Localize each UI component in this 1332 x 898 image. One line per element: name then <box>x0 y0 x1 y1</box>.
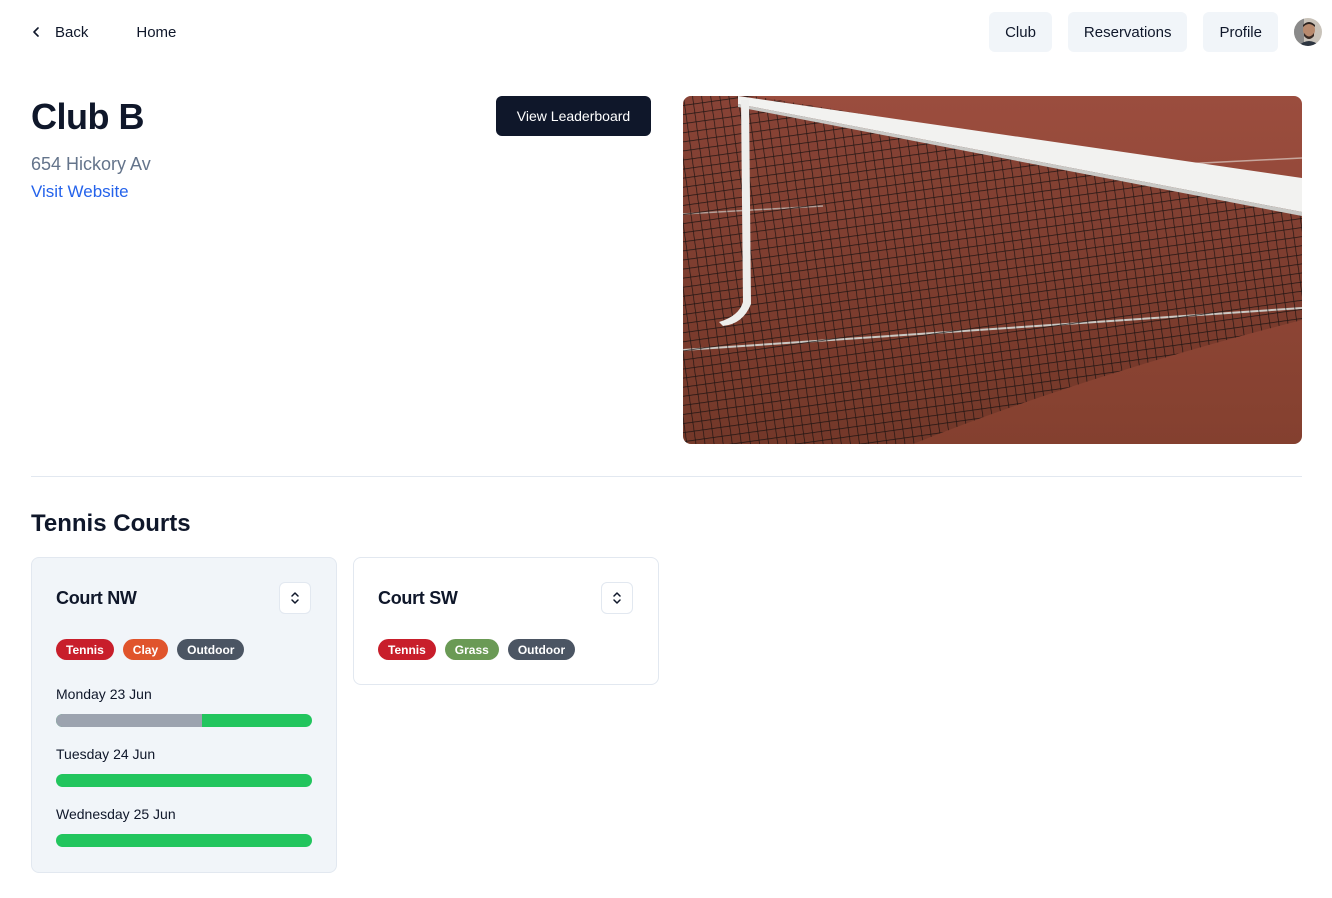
availability-bar[interactable] <box>56 774 312 787</box>
day-label: Wednesday 25 Jun <box>56 806 176 822</box>
chevron-left-icon <box>33 27 39 37</box>
back-link[interactable]: Back <box>31 24 88 41</box>
day-label: Monday 23 Jun <box>56 686 152 702</box>
tag-badge: Clay <box>122 639 169 660</box>
day-label: Tuesday 24 Jun <box>56 746 156 762</box>
availability-day: Tuesday 24 Jun <box>56 746 312 787</box>
tag-badge: Outdoor <box>507 639 576 660</box>
view-leaderboard-button[interactable]: View Leaderboard <box>496 96 651 136</box>
court-card-nw[interactable]: Court NW Tennis Clay Outdoor Monday 23 J… <box>31 557 337 873</box>
court-card-sw[interactable]: Court SW Tennis Grass Outdoor <box>353 557 659 685</box>
court-tags: Tennis Grass Outdoor <box>378 639 576 660</box>
club-name: Club B <box>31 96 144 137</box>
top-nav-left: Back Home <box>31 12 176 52</box>
reservations-nav-button[interactable]: Reservations <box>1067 12 1188 52</box>
avatar-image <box>1294 18 1322 46</box>
club-address: 654 Hickory Av <box>31 154 151 174</box>
tag-badge: Grass <box>444 639 499 660</box>
availability-bar[interactable] <box>56 714 312 727</box>
tag-badge: Tennis <box>56 639 114 660</box>
home-link[interactable]: Home <box>136 24 176 41</box>
tennis-courts-heading: Tennis Courts <box>31 510 191 537</box>
top-nav-right: Club Reservations Profile <box>989 12 1322 52</box>
court-name: Court SW <box>378 588 458 608</box>
availability-day: Monday 23 Jun <box>56 686 312 727</box>
visit-website-link[interactable]: Visit Website <box>31 182 129 202</box>
user-avatar[interactable] <box>1294 18 1322 46</box>
expand-toggle-button[interactable] <box>601 582 633 614</box>
club-nav-button[interactable]: Club <box>989 12 1052 52</box>
tag-badge: Outdoor <box>177 639 245 660</box>
booked-segment <box>56 714 202 727</box>
court-name: Court NW <box>56 588 137 608</box>
back-label: Back <box>55 23 89 41</box>
availability-bar[interactable] <box>56 834 312 847</box>
chevrons-up-down-icon <box>613 592 621 604</box>
availability-day: Wednesday 25 Jun <box>56 806 312 847</box>
club-court-photo <box>683 96 1302 444</box>
profile-nav-button[interactable]: Profile <box>1203 12 1278 52</box>
court-tags: Tennis Clay Outdoor <box>56 639 245 660</box>
expand-toggle-button[interactable] <box>279 582 311 614</box>
chevrons-up-down-icon <box>291 592 299 604</box>
tag-badge: Tennis <box>378 639 436 660</box>
section-divider <box>31 476 1302 477</box>
